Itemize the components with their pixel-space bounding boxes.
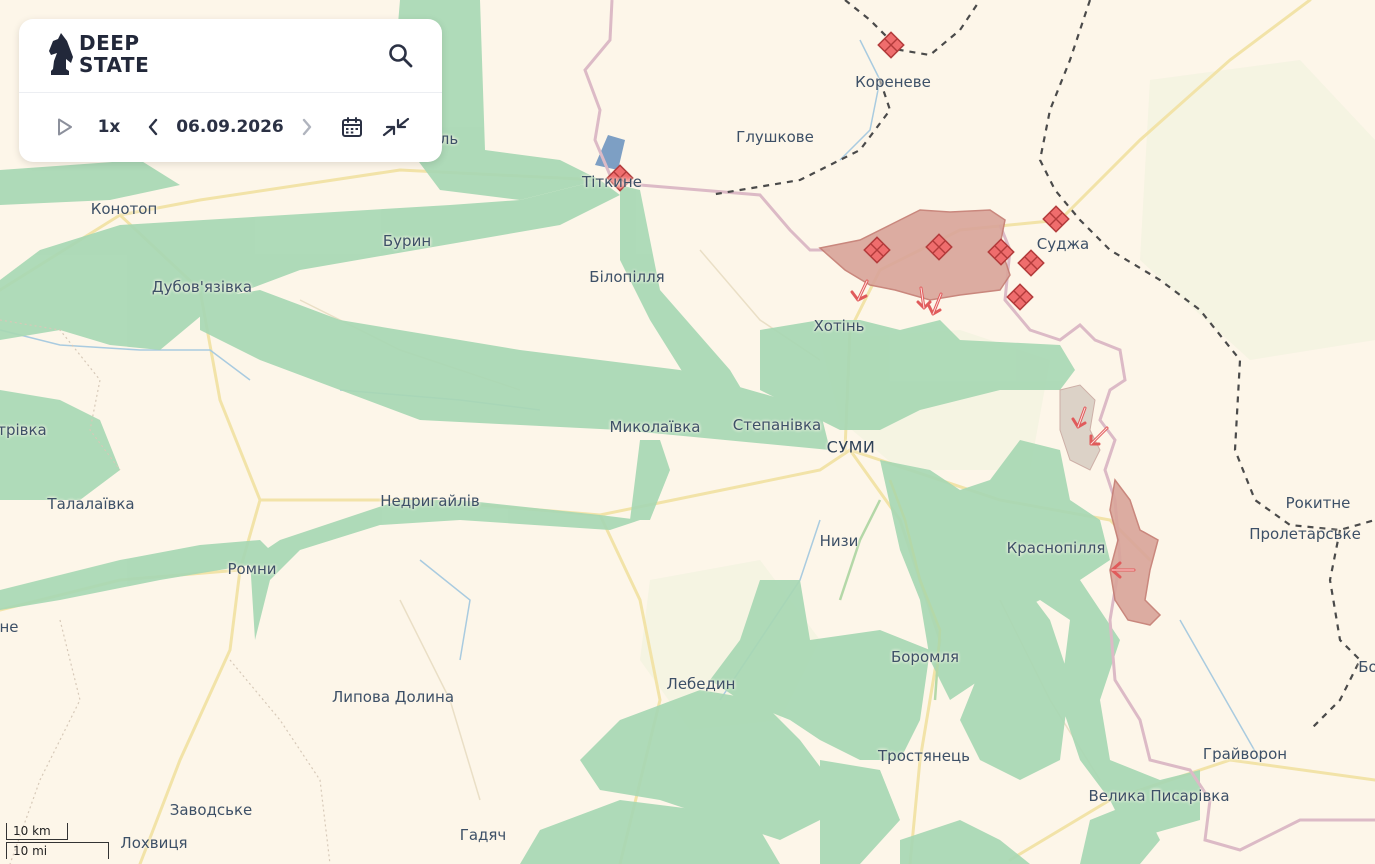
city-label-proletarske[interactable]: Пролетарське [1249,525,1361,543]
city-label-lypova-dolyna[interactable]: Липова Долина [332,688,454,706]
city-label-mykolaivka[interactable]: Миколаївка [610,418,701,436]
calendar-button[interactable] [339,109,365,145]
city-label-partial-east[interactable]: Бо [1358,658,1375,676]
city-label-sudzha[interactable]: Суджа [1037,235,1089,253]
panel-divider [19,92,442,93]
city-label-romny[interactable]: Ромни [227,560,276,578]
prev-date-button[interactable] [143,109,163,145]
logo-text: DEEP STATE [79,32,149,76]
timeline-controls: 1x 06.09.2026 [19,109,442,145]
city-label-nedryhailiv[interactable]: Недригайлів [380,492,480,510]
logo-line-1: DEEP [79,31,140,55]
collapse-button[interactable] [381,109,411,145]
play-button[interactable] [53,109,77,145]
city-label-korenevo[interactable]: Кореневе [855,73,931,91]
city-label-lebedyn[interactable]: Лебедин [667,675,736,693]
city-label-nyzy[interactable]: Низи [820,532,859,550]
calendar-icon [342,117,362,137]
city-label-rokytne[interactable]: Рокитне [1286,494,1351,512]
city-label-dubovyazivka[interactable]: Дубов'язівка [152,278,252,296]
city-label-khotin[interactable]: Хотінь [813,317,864,335]
city-label-partial-west[interactable]: трівка [0,421,47,439]
control-panel: DEEP STATE 1x 06.09.2026 [19,19,442,162]
city-label-konotop[interactable]: Конотоп [91,200,158,218]
logo-line-2: STATE [79,53,150,77]
city-label-glushkovo[interactable]: Глушкове [736,128,814,146]
collapse-arrows-icon [382,117,410,137]
city-label-hadiach[interactable]: Гадяч [460,826,507,844]
next-date-button[interactable] [297,109,317,145]
city-label-stepanivka[interactable]: Степанівка [733,416,822,434]
city-label-zavodske[interactable]: Заводське [170,801,253,819]
city-label-partial-north[interactable]: ль [440,130,458,148]
chevron-left-icon [148,118,158,136]
city-label-buryn[interactable]: Бурин [383,232,431,250]
city-label-trostianets[interactable]: Тростянець [878,747,970,765]
city-label-partial-southwest[interactable]: не [0,618,19,636]
play-icon [58,118,72,136]
city-label-boromlia[interactable]: Боромля [891,648,959,666]
city-label-haivoron[interactable]: Грайворон [1203,745,1287,763]
date-display[interactable]: 06.09.2026 [175,109,285,145]
city-label-bilopillia[interactable]: Білопілля [589,268,664,286]
knight-logo-icon [49,33,73,75]
search-button[interactable] [388,43,414,69]
city-label-titkyne[interactable]: Тіткине [582,173,642,191]
city-label-talalaivka[interactable]: Талалаївка [47,495,134,513]
city-label-lokhvytsia[interactable]: Лохвиця [120,834,187,852]
deepstate-logo[interactable]: DEEP STATE [47,31,149,77]
chevron-right-icon [302,118,312,136]
speed-button[interactable]: 1x [93,109,125,145]
scale-mi: 10 mi [6,842,109,859]
city-label-krasnopillia[interactable]: Краснопілля [1007,539,1106,557]
search-icon [389,44,413,68]
city-label-sumy[interactable]: СУМИ [827,438,876,457]
city-label-velyka-pysarivka[interactable]: Велика Писарівка [1088,787,1229,805]
scale-km: 10 km [6,823,68,840]
